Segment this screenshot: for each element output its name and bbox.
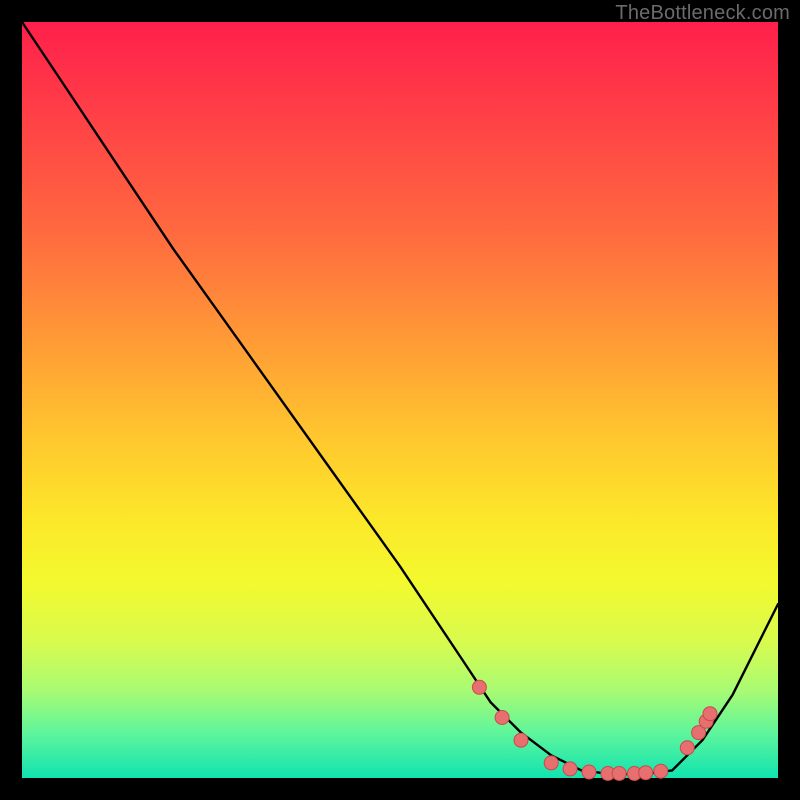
- chart-svg: [22, 22, 778, 778]
- curve-marker: [472, 680, 486, 694]
- curve-marker: [544, 756, 558, 770]
- plot-area: [22, 22, 778, 778]
- bottleneck-curve: [22, 22, 778, 774]
- curve-marker: [639, 766, 653, 780]
- marker-group: [472, 680, 717, 780]
- curve-marker: [495, 711, 509, 725]
- curve-marker: [680, 741, 694, 755]
- curve-marker: [582, 765, 596, 779]
- curve-marker: [612, 767, 626, 781]
- curve-marker: [563, 762, 577, 776]
- curve-marker: [703, 707, 717, 721]
- curve-marker: [514, 733, 528, 747]
- curve-marker: [654, 764, 668, 778]
- chart-stage: TheBottleneck.com: [0, 0, 800, 800]
